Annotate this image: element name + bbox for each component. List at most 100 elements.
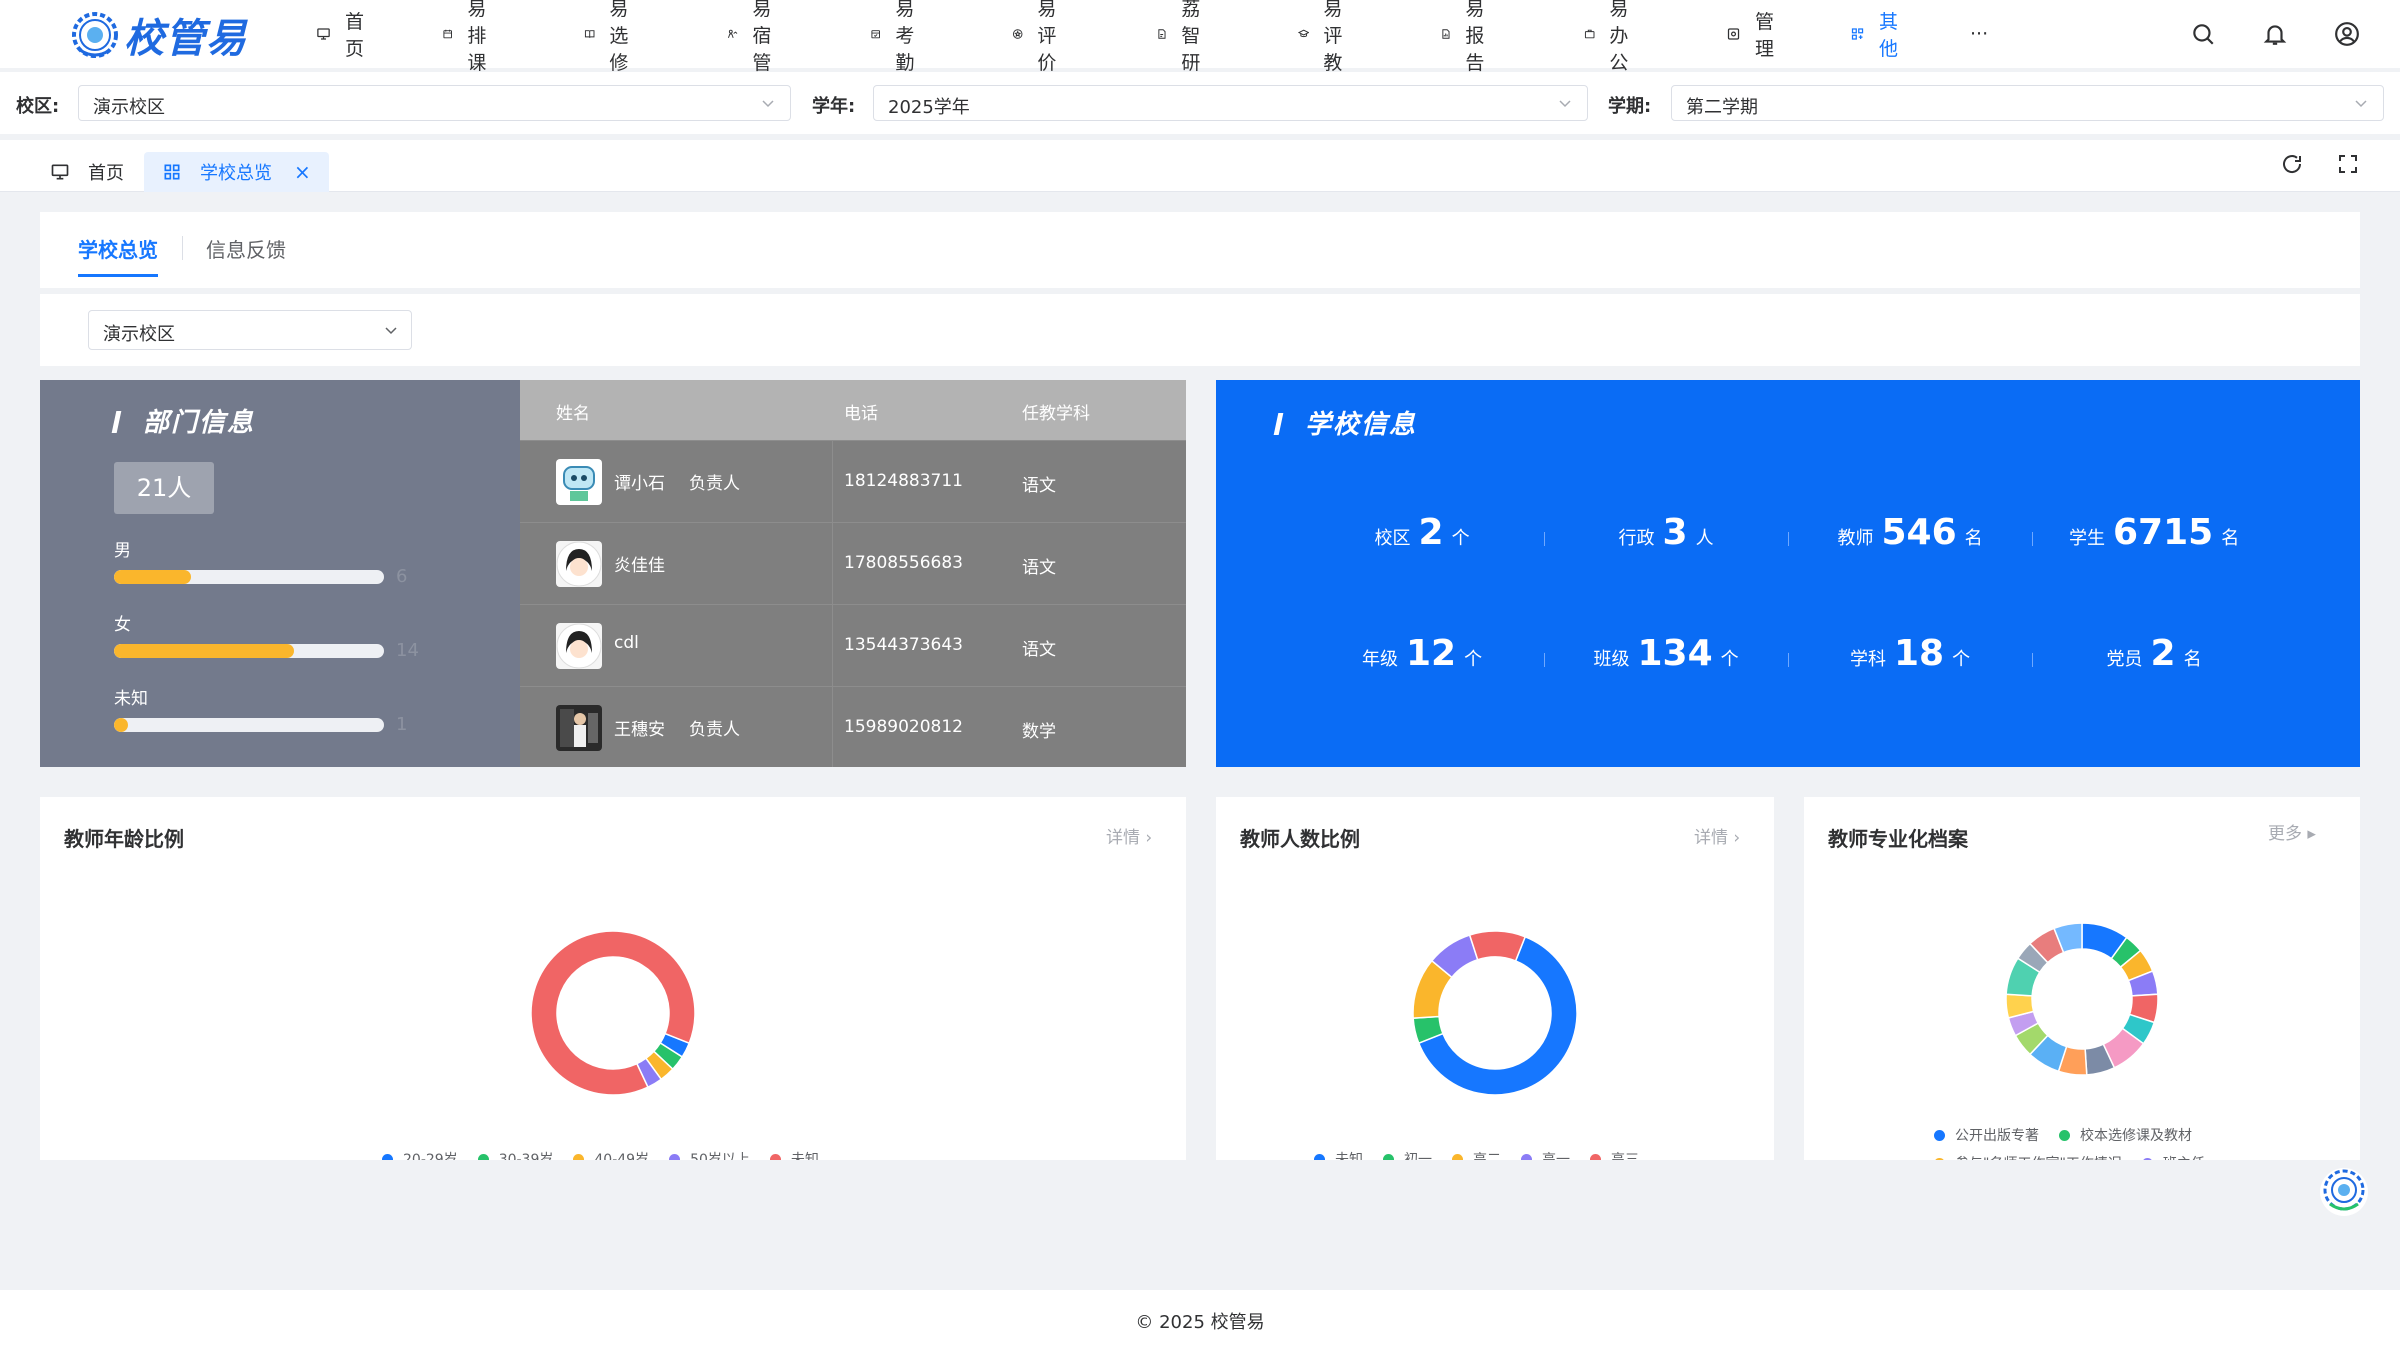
gender-count: 6 [396,566,408,587]
subject-cell: 语文 [1022,476,1056,496]
legend-item[interactable]: 未知 [1314,1149,1363,1160]
legend-label: 公开出版专著 [1955,1128,2039,1144]
tab-school-overview[interactable]: 学校总览 × [144,152,329,192]
table-row[interactable]: cdl 13544373643 语文 [520,604,1186,686]
stat-label: 学科 [1850,649,1886,670]
fullscreen-icon[interactable] [2336,152,2360,176]
subject-cell: 语文 [1022,558,1056,578]
legend-item[interactable]: 20-29岁 [382,1149,458,1160]
age-donut-chart [530,930,696,1096]
stat-label: 班级 [1593,649,1630,670]
chevron-down-icon [762,100,774,108]
legend-color-dot [2059,1129,2070,1141]
legend-color-dot [2141,1157,2153,1160]
pie-slice[interactable] [1468,930,1527,962]
table-row[interactable]: 王穗安 负责人 15989020812 数学 [520,686,1186,768]
year-select[interactable]: 2025学年 [873,85,1588,121]
legend-label: 未知 [790,1152,819,1160]
tab-home[interactable]: 首页 [32,152,142,192]
nav-item-calendar[interactable]: 易排课 [442,0,497,74]
legend-item[interactable]: 30-39岁 [477,1149,554,1160]
star-badge-icon [1012,29,1023,39]
stat-unit: 个 [1952,649,1971,670]
subtab-feedback[interactable]: 信息反馈 [206,234,286,263]
year-label: 学年: [812,96,856,117]
dept-title: 部门信息 [111,402,255,439]
member-name-cell: 谭小石 负责人 [614,469,740,494]
legend-item[interactable]: 校本选修课及教材 [2059,1125,2192,1145]
nav-item-calendar-check[interactable]: 易考勤 [870,0,925,74]
stat-value: 2 [1418,512,1444,553]
gender-label: 男 [114,541,131,561]
title-bar [111,411,122,433]
school-title-text: 学校信息 [1305,410,1418,440]
nav-item-apps[interactable]: 其他 [1850,0,1905,68]
stat-unit: 个 [1464,649,1483,670]
gender-progress-bar [114,644,384,658]
nav-item-doc-edit[interactable]: 荔智研 [1156,0,1211,74]
nav-item-star-badge[interactable]: 易评价 [1012,0,1067,74]
tab-home-label: 首页 [88,163,124,184]
campus-dropdown[interactable]: 演示校区 [88,310,412,350]
legend-item[interactable]: 50岁以上 [669,1149,750,1160]
role-tag: 负责人 [689,720,740,740]
term-select-value: 第二学期 [1686,97,1758,118]
legend-label: 高三 [1611,1152,1639,1160]
campus-select[interactable]: 演示校区 [78,85,791,121]
table-row[interactable]: 炎佳佳 17808556683 语文 [520,522,1186,604]
legend-item[interactable]: 高二 [1452,1149,1501,1160]
refresh-icon[interactable] [2280,152,2304,176]
floating-assistant-icon[interactable] [2316,1164,2372,1220]
campus-label: 校区: [16,96,60,117]
legend-item[interactable]: 高三 [1590,1149,1639,1160]
nav-item-dorm[interactable]: 易宿管 [727,0,782,74]
nav-item-gear[interactable]: 管理 [1726,0,1781,68]
school-title: 学校信息 [1273,404,1418,441]
nav-item-label: 易办公 [1609,0,1629,74]
tab-overview-label: 学校总览 [200,163,272,184]
gender-progress-bar [114,570,384,584]
dorm-icon [727,29,738,38]
table-row[interactable]: 谭小石 负责人 18124883711 语文 [520,440,1186,522]
year-select-value: 2025学年 [888,97,970,118]
nav-item-monitor[interactable]: 首页 [316,0,371,68]
nav-item-book[interactable]: 易选修 [584,0,639,74]
member-name-cell: 炎佳佳 [614,551,665,576]
member-name-cell: 王穗安 负责人 [614,715,740,740]
user-avatar-icon[interactable] [2334,21,2360,47]
nav-item-report[interactable]: 易报告 [1440,0,1495,74]
legend-item[interactable]: 未知 [769,1149,819,1160]
stat-label: 学生 [2069,528,2105,549]
phone-cell: 13544373643 [844,635,963,655]
stat-divider [1788,653,1789,667]
book-icon [584,30,595,38]
legend-label: 初一 [1404,1152,1432,1160]
calendar-icon [443,29,452,39]
legend-item[interactable]: 公开出版专著 [1934,1125,2039,1145]
apps-icon [1851,28,1864,40]
footer: © 2025 校管易 [0,1290,2400,1350]
bell-icon[interactable] [2262,21,2288,47]
nav-item-more[interactable]: ··· [1970,0,1988,68]
nav-item-graduation-cap[interactable]: 易评教 [1298,0,1353,74]
briefcase-icon [1584,29,1595,39]
close-icon[interactable]: × [294,160,311,184]
legend-item[interactable]: 班主任 [2141,1153,2205,1160]
legend-item[interactable]: 40-49岁 [573,1149,649,1160]
search-icon[interactable] [2190,21,2216,47]
nav-item-briefcase[interactable]: 易办公 [1584,0,1639,74]
legend-label: 40-49岁 [594,1152,650,1160]
legend-item[interactable]: 初一 [1383,1149,1432,1160]
logo-gear-icon [72,12,118,58]
legend-label: 校本选修课及教材 [2080,1128,2192,1144]
col-phone-header: 电话 [844,404,878,424]
stat-divider [1544,532,1545,546]
legend-label: 30-39岁 [498,1152,554,1160]
legend-item[interactable]: 参与"名师工作室"工作情况 [1934,1153,2122,1160]
term-select[interactable]: 第二学期 [1671,85,2384,121]
legend-item[interactable]: 高一 [1521,1149,1570,1160]
dept-member-table: 姓名 电话 任教学科 谭小石 负责人 18124883711 语文 炎佳佳 1780855… [520,380,1186,767]
phone-cell: 15989020812 [844,717,963,737]
subtab-overview[interactable]: 学校总览 [78,234,158,277]
app-logo[interactable]: 校管易 [70,6,247,64]
